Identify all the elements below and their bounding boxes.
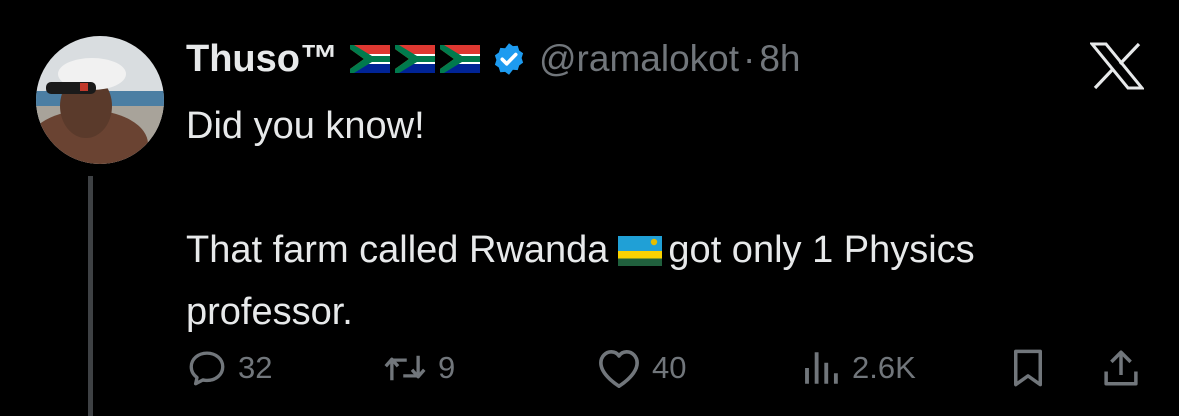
bookmark-button[interactable]: [1008, 344, 1048, 392]
tweet-line: professor.: [186, 291, 353, 333]
tweet-timestamp[interactable]: 8h: [759, 38, 800, 80]
tweet-line: Did you know!: [186, 105, 425, 147]
like-button[interactable]: 40: [596, 344, 686, 392]
line-break: [186, 157, 1146, 219]
avatar-image: [36, 36, 164, 164]
tweet-text-segment: That farm called Rwanda: [186, 229, 609, 271]
bookmark-icon: [1014, 349, 1042, 387]
south-africa-flag-icon: [394, 45, 435, 73]
x-logo-icon[interactable]: [1090, 42, 1144, 90]
share-icon: [1104, 350, 1138, 386]
heart-icon: [599, 349, 639, 388]
verified-badge-icon[interactable]: [491, 41, 527, 77]
tweet-line: That farm called Rwanda got only 1 Physi…: [186, 219, 1146, 281]
repost-count: 9: [438, 350, 456, 385]
reply-button[interactable]: 32: [186, 344, 272, 392]
separator-dot: ·: [743, 38, 756, 79]
repost-button[interactable]: 9: [382, 344, 455, 392]
tweet-text: Did you know! That farm called Rwanda go…: [186, 95, 1146, 343]
avatar[interactable]: [36, 36, 164, 164]
views-button[interactable]: 2.6K: [800, 344, 916, 392]
thread-line: [88, 176, 93, 416]
view-count: 2.6K: [852, 350, 916, 385]
name-flags: [349, 45, 485, 73]
user-handle[interactable]: @ramalokot: [539, 38, 739, 80]
share-button[interactable]: [1100, 344, 1142, 392]
south-africa-flag-icon: [439, 45, 480, 73]
display-name[interactable]: Thuso™: [186, 38, 338, 81]
reply-icon: [189, 351, 225, 386]
reply-count: 32: [238, 350, 273, 385]
tweet-header: Thuso™ @ramalokot · 8h: [186, 34, 800, 84]
views-icon: [805, 352, 838, 384]
tweet-text-segment: got only 1 Physics: [668, 229, 975, 271]
repost-icon: [384, 355, 426, 381]
like-count: 40: [652, 350, 687, 385]
rwanda-flag-icon: [618, 236, 663, 266]
south-africa-flag-icon: [349, 45, 390, 73]
